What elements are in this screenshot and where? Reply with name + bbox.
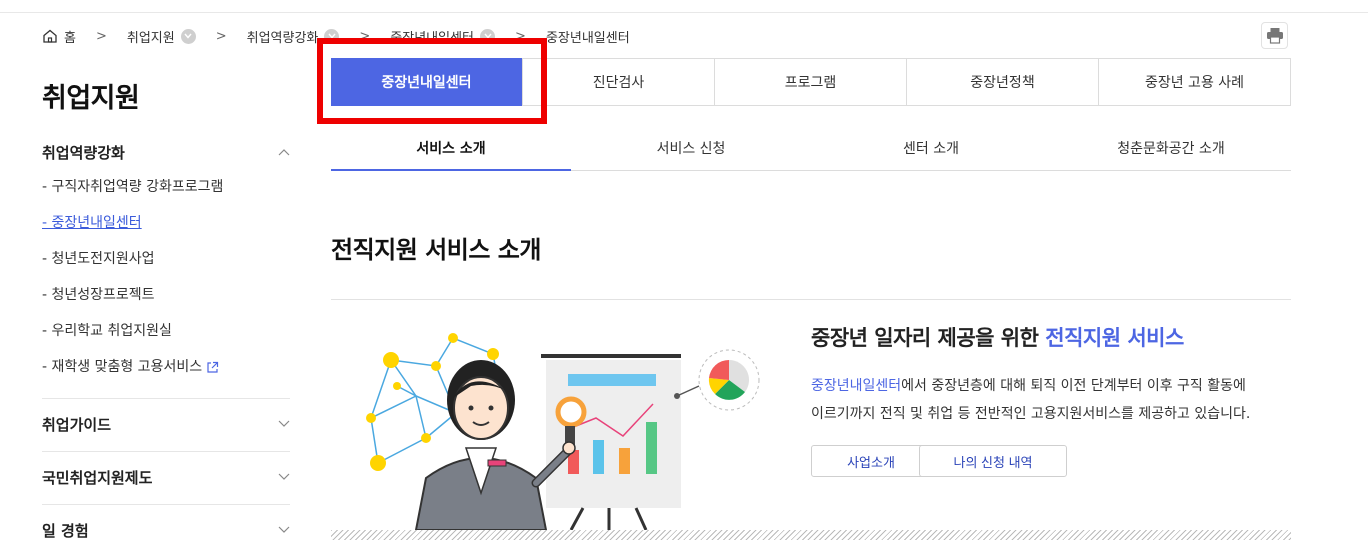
tab-policy[interactable]: 중장년정책 xyxy=(906,59,1098,105)
chevron-right-icon: > xyxy=(515,28,526,44)
sidebar-group-guide[interactable]: 취업가이드 xyxy=(42,414,290,434)
breadcrumb-current: 중장년내일센터 xyxy=(545,30,630,46)
chevron-down-icon[interactable] xyxy=(480,28,496,44)
chevron-down-icon xyxy=(278,420,290,427)
sidebar-group-employment-capability: 취업역량강화 - 구직자취업역량 강화프로그램 - 중장년내일센터 - 청년도전… xyxy=(42,142,290,385)
chevron-up-icon xyxy=(278,149,290,156)
page-title: 전직지원 서비스 소개 xyxy=(331,236,541,264)
breadcrumb-home-label: 홈 xyxy=(64,30,76,46)
chevron-right-icon: > xyxy=(215,28,227,44)
secondary-tabs: 서비스 소개 서비스 신청 센터 소개 청춘문화공간 소개 xyxy=(331,126,1291,171)
sidebar-item-youth-growth[interactable]: - 청년성장프로젝트 xyxy=(42,277,290,313)
sidebar-group-label: 취업가이드 xyxy=(42,415,112,434)
sidebar-group-national-support[interactable]: 국민취업지원제도 xyxy=(42,467,290,487)
section-divider xyxy=(331,299,1291,300)
printer-icon xyxy=(1266,28,1283,44)
breadcrumb-label: 중장년내일센터 xyxy=(390,30,475,46)
hatched-divider xyxy=(331,530,1291,540)
intro-description: 중장년내일센터에서 중장년층에 대해 퇴직 이전 단계부터 이후 구직 활동에 … xyxy=(811,378,1251,422)
my-application-button[interactable]: 나의 신청 내역 xyxy=(919,445,1067,477)
intro-heading: 중장년 일자리 제공을 위한 전직지원 서비스 xyxy=(811,326,1184,350)
tab-program[interactable]: 프로그램 xyxy=(714,59,906,105)
business-intro-button[interactable]: 사업소개 xyxy=(811,445,931,477)
tab-service-intro[interactable]: 서비스 소개 xyxy=(331,126,571,171)
chevron-down-icon xyxy=(278,526,290,533)
external-link-icon xyxy=(207,361,219,373)
sidebar-item-midcareer-center[interactable]: - 중장년내일센터 xyxy=(42,205,290,241)
chevron-down-icon[interactable] xyxy=(180,28,196,44)
sidebar-divider xyxy=(42,451,290,452)
breadcrumb-home[interactable]: 홈 xyxy=(42,27,76,46)
sidebar-divider xyxy=(42,398,290,399)
sidebar-item-student-service[interactable]: - 재학생 맞춤형 고용서비스 xyxy=(42,349,290,385)
sidebar-group-label: 취업역량강화 xyxy=(42,143,125,162)
breadcrumb-item-1[interactable]: 취업지원 xyxy=(127,27,196,46)
sidebar-submenu: - 구직자취업역량 강화프로그램 - 중장년내일센터 - 청년도전지원사업 - … xyxy=(42,169,290,385)
sidebar-group-label: 일 경험 xyxy=(42,521,89,540)
tab-diagnosis[interactable]: 진단검사 xyxy=(522,59,714,105)
tab-midcareer-center[interactable]: 중장년내일센터 xyxy=(331,58,522,106)
tab-service-apply[interactable]: 서비스 신청 xyxy=(571,126,811,170)
breadcrumb-item-3[interactable]: 중장년내일센터 xyxy=(390,27,496,46)
breadcrumb-label: 취업역량강화 xyxy=(246,30,319,46)
tab-culture-space[interactable]: 청춘문화공간 소개 xyxy=(1051,126,1291,170)
breadcrumb: 홈 > 취업지원 > 취업역량강화 > 중장년내일센터 > 중장년내일센터 xyxy=(42,26,630,46)
sidebar-item-capability-program[interactable]: - 구직자취업역량 강화프로그램 xyxy=(42,169,290,205)
chevron-down-icon[interactable] xyxy=(324,28,340,44)
print-button[interactable] xyxy=(1261,22,1288,49)
sidebar-group-label: 국민취업지원제도 xyxy=(42,468,153,487)
chevron-down-icon xyxy=(278,473,290,480)
sidebar-title: 취업지원 xyxy=(42,83,140,114)
primary-tabs: 중장년내일센터 진단검사 프로그램 중장년정책 중장년 고용 사례 xyxy=(331,58,1291,106)
top-divider xyxy=(0,12,1368,13)
sidebar-divider xyxy=(42,504,290,505)
breadcrumb-item-2[interactable]: 취업역량강화 xyxy=(247,27,340,46)
chevron-right-icon: > xyxy=(95,28,107,44)
tab-center-intro[interactable]: 센터 소개 xyxy=(811,126,1051,170)
tab-employment-cases[interactable]: 중장년 고용 사례 xyxy=(1098,59,1290,105)
sidebar-group-work-experience[interactable]: 일 경험 xyxy=(42,520,290,540)
chevron-right-icon: > xyxy=(359,28,371,44)
consultant-illustration xyxy=(366,333,760,530)
sidebar-item-school-office[interactable]: - 우리학교 취업지원실 xyxy=(42,313,290,349)
sidebar-group-header[interactable]: 취업역량강화 xyxy=(42,142,290,162)
sidebar-item-youth-challenge[interactable]: - 청년도전지원사업 xyxy=(42,241,290,277)
breadcrumb-label: 취업지원 xyxy=(126,30,175,46)
home-icon xyxy=(43,29,57,43)
